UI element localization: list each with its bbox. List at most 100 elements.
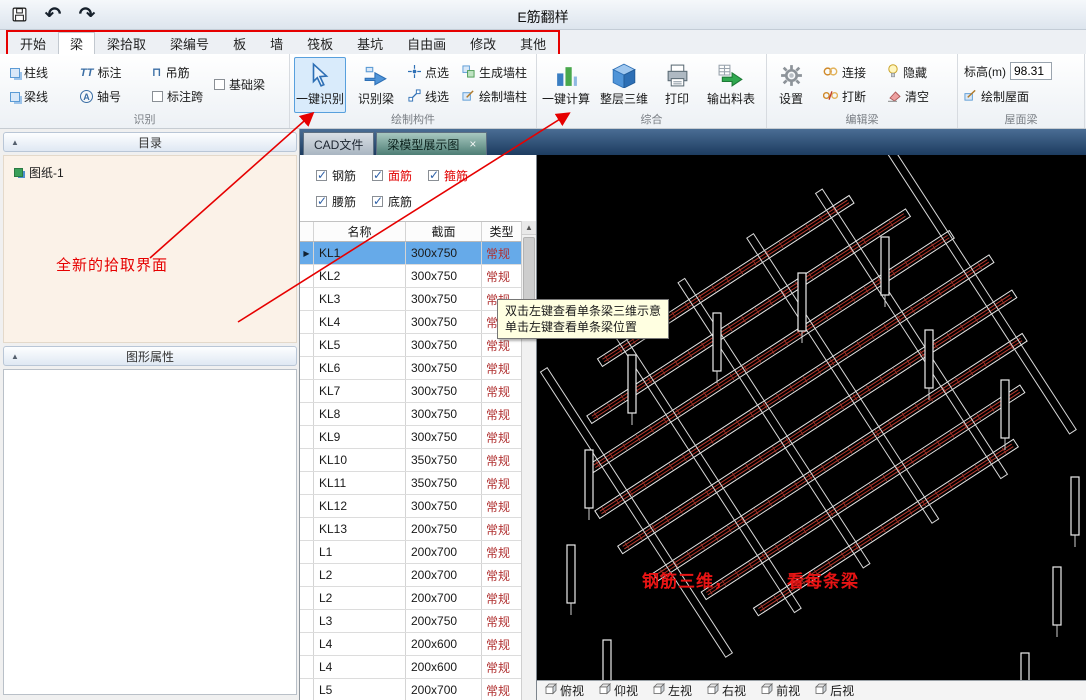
menu-tab-9[interactable]: 自由画	[395, 32, 458, 56]
one-key-recognize-button[interactable]: 一键识别	[294, 57, 346, 113]
table-row[interactable]: KL7300x750常规	[300, 380, 522, 403]
table-row[interactable]: L5200x700常规	[300, 679, 522, 700]
annotate-span-checkbox[interactable]: 标注跨	[152, 88, 203, 105]
connect-button[interactable]: 连接	[823, 64, 866, 81]
gen-wall-col-button[interactable]: 生成墙柱	[462, 64, 527, 81]
eraser-icon	[887, 89, 901, 105]
view-button-3[interactable]: 左视	[653, 682, 692, 699]
menu-tab-5[interactable]: 板	[221, 32, 258, 56]
table-row[interactable]: KL5300x750常规	[300, 334, 522, 357]
table-row[interactable]: KL9300x750常规	[300, 426, 522, 449]
cell-type: 常规	[482, 426, 522, 448]
axis-number-button[interactable]: A 轴号	[80, 88, 121, 105]
view-button-2[interactable]: 仰视	[599, 682, 638, 699]
export-table-label: 输出料表	[707, 90, 755, 107]
view-button-1[interactable]: 俯视	[545, 682, 584, 699]
table-row[interactable]: L2200x700常规	[300, 587, 522, 610]
draw-roof-button[interactable]: 绘制屋面	[964, 88, 1029, 105]
clear-button[interactable]: 清空	[887, 88, 929, 105]
table-row[interactable]: KL3300x750常规	[300, 288, 522, 311]
header-type[interactable]: 类型	[482, 222, 522, 241]
print-button[interactable]: 打印	[655, 57, 699, 113]
hide-button[interactable]: 隐藏	[887, 64, 927, 81]
elevation-input[interactable]	[1010, 62, 1052, 80]
menu-tab-8[interactable]: 基坑	[345, 32, 395, 56]
table-row[interactable]: L2200x700常规	[300, 564, 522, 587]
cell-section: 200x700	[406, 564, 482, 586]
draw-wall-col-button[interactable]: 绘制墙柱	[462, 88, 527, 105]
sidebar: ▲ 目录 图纸-1 全新的拾取界面 ▲ 图形属性	[0, 129, 300, 700]
view-button-label: 左视	[668, 682, 692, 699]
hanger-bar-button[interactable]: ⊓ 吊筋	[152, 64, 190, 81]
view-cube-icon	[599, 683, 611, 698]
ribbon-group-roof-beam: 标高(m) 绘制屋面 屋面梁	[958, 54, 1085, 128]
table-row[interactable]: L4200x600常规	[300, 633, 522, 656]
tree-item-sheet[interactable]: 图纸-1	[14, 164, 64, 181]
menu-tab-2[interactable]: 梁	[58, 32, 95, 56]
view-button-4[interactable]: 右视	[707, 682, 746, 699]
properties-panel-header[interactable]: ▲ 图形属性	[3, 346, 297, 366]
scroll-up-icon[interactable]: ▲	[522, 221, 536, 235]
menu-tab-7[interactable]: 筏板	[295, 32, 345, 56]
filter-checkbox-5[interactable]: 底筋	[372, 193, 412, 210]
table-row[interactable]: KL2300x750常规	[300, 265, 522, 288]
table-row[interactable]: KL8300x750常规	[300, 403, 522, 426]
table-row[interactable]: KL6300x750常规	[300, 357, 522, 380]
viewport-annotation-left: 钢筋三维，	[642, 567, 732, 592]
whole-floor-3d-button[interactable]: 整层三维	[595, 57, 653, 113]
table-scrollbar[interactable]: ▲	[521, 221, 536, 700]
filter-checkbox-4[interactable]: 腰筋	[316, 193, 356, 210]
foundation-beam-checkbox[interactable]: 基础梁	[214, 76, 265, 93]
point-select-button[interactable]: 点选	[408, 64, 449, 81]
table-row[interactable]: KL13200x750常规	[300, 518, 522, 541]
break-button[interactable]: 打断	[823, 88, 866, 105]
one-key-recognize-label: 一键识别	[296, 90, 344, 107]
header-name[interactable]: 名称	[314, 222, 406, 241]
row-marker	[300, 311, 314, 333]
filter-checkbox-3[interactable]: 箍筋	[428, 167, 468, 184]
menu-tab-4[interactable]: 梁编号	[158, 32, 221, 56]
table-row[interactable]: KL10350x750常规	[300, 449, 522, 472]
line-select-button[interactable]: 线选	[408, 88, 449, 105]
collapse-arrow-icon[interactable]: ▲	[11, 138, 19, 147]
menu-tab-6[interactable]: 墙	[258, 32, 295, 56]
annotate-button[interactable]: TT 标注	[80, 64, 121, 81]
filter-checkbox-2[interactable]: 面筋	[372, 167, 412, 184]
cell-name: KL5	[314, 334, 406, 356]
menu-tab-3[interactable]: 梁拾取	[95, 32, 158, 56]
catalog-panel-header[interactable]: ▲ 目录	[3, 132, 297, 152]
beam-line-button[interactable]: 梁线	[10, 88, 48, 105]
table-row[interactable]: ▶KL1300x750常规	[300, 242, 522, 265]
close-icon[interactable]: ×	[469, 137, 476, 151]
one-key-calc-button[interactable]: 一键计算	[539, 57, 593, 113]
table-row[interactable]: KL11350x750常规	[300, 472, 522, 495]
menu-tab-11[interactable]: 其他	[508, 32, 558, 56]
menu-tab-1[interactable]: 开始	[8, 32, 58, 56]
viewport-3d[interactable]: 钢筋三维， 看每条梁	[537, 155, 1086, 680]
filter-checkbox-1[interactable]: 钢筋	[316, 167, 356, 184]
row-marker	[300, 495, 314, 517]
table-row[interactable]: L1200x700常规	[300, 541, 522, 564]
header-section[interactable]: 截面	[406, 222, 482, 241]
view-button-5[interactable]: 前视	[761, 682, 800, 699]
export-table-button[interactable]: 输出料表	[701, 57, 761, 113]
menu-tab-10[interactable]: 修改	[458, 32, 508, 56]
cell-section: 200x600	[406, 633, 482, 655]
cursor-arrow-icon	[307, 61, 333, 89]
row-marker	[300, 633, 314, 655]
table-row[interactable]: L4200x600常规	[300, 656, 522, 679]
view-button-6[interactable]: 后视	[815, 682, 854, 699]
table-row[interactable]: L3200x750常规	[300, 610, 522, 633]
recognize-beam-button[interactable]: 识别梁	[350, 57, 402, 113]
row-marker	[300, 472, 314, 494]
tab-beam-model-view[interactable]: 梁模型展示图 ×	[376, 132, 487, 155]
table-row[interactable]: KL4300x750常规	[300, 311, 522, 334]
settings-button[interactable]: 设置	[769, 57, 813, 113]
column-line-button[interactable]: 柱线	[10, 64, 48, 81]
row-marker	[300, 587, 314, 609]
collapse-arrow-icon[interactable]: ▲	[11, 352, 19, 361]
table-row[interactable]: KL12300x750常规	[300, 495, 522, 518]
tab-cad-file[interactable]: CAD文件	[303, 132, 374, 155]
cell-section: 200x700	[406, 587, 482, 609]
checkbox-icon	[428, 170, 439, 181]
